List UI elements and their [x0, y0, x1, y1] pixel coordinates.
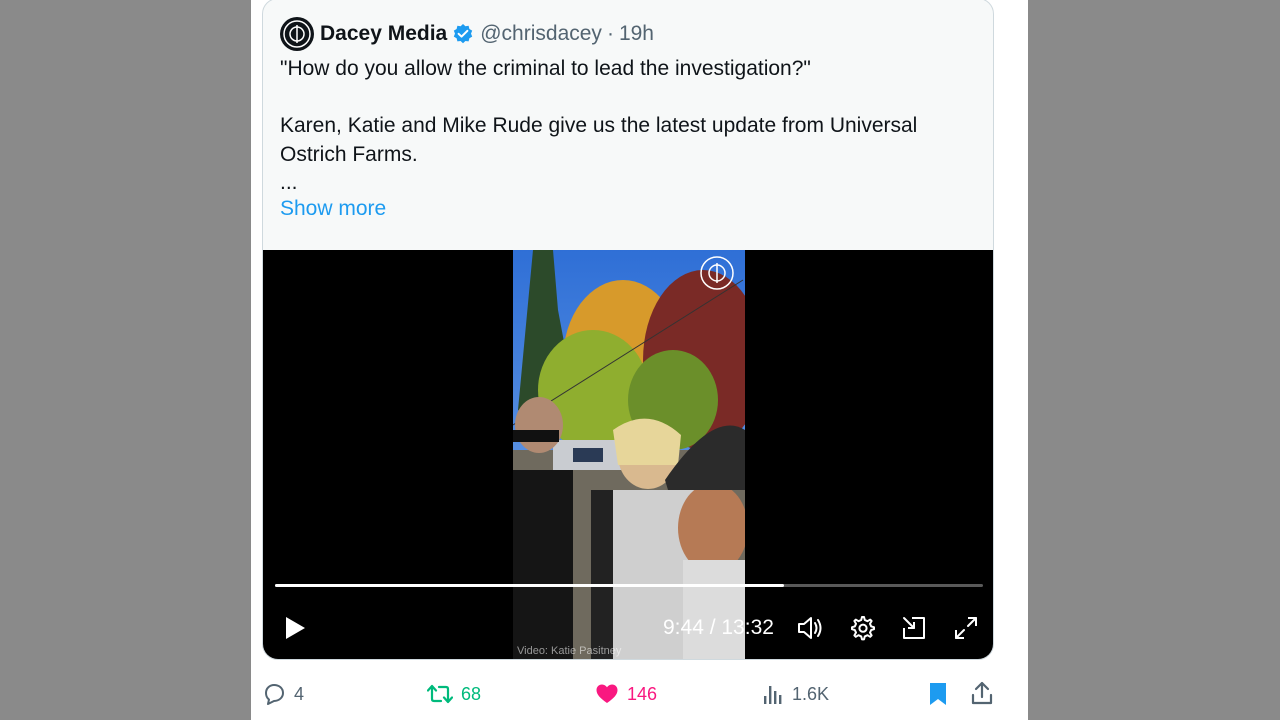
watermark-logo	[700, 256, 734, 290]
video-player[interactable]: Video: Katie Pasitney 9:44 / 13:32	[263, 250, 993, 659]
quoted-post-text: "How do you allow the criminal to lead t…	[280, 55, 970, 198]
volume-button[interactable]	[796, 614, 826, 647]
progress-fill	[275, 584, 785, 587]
separator-dot: ·	[606, 22, 614, 45]
reply-count: 4	[294, 683, 305, 704]
post-text-line: "How do you allow the criminal to lead t…	[280, 57, 811, 80]
fullscreen-button[interactable]	[952, 614, 980, 647]
repost-count: 68	[461, 683, 482, 704]
bookmark-icon	[930, 683, 946, 705]
settings-gear-icon	[851, 616, 875, 641]
play-icon	[286, 617, 305, 639]
video-credit: Video: Katie Pasitney	[517, 645, 622, 657]
post-action-bar: 4 68 146 1.6K	[262, 676, 994, 712]
repost-icon	[427, 684, 453, 704]
volume-icon	[798, 617, 822, 639]
repost-button[interactable]: 68	[427, 676, 481, 712]
pip-icon	[903, 617, 925, 639]
settings-button[interactable]	[848, 614, 876, 647]
view-count: 1.6K	[792, 683, 830, 704]
video-timecode: 9:44 / 13:32	[663, 616, 774, 639]
quoted-post-card[interactable]: Dacey Media @chrisdacey · 19h "How do yo…	[262, 0, 994, 660]
play-button[interactable]	[282, 614, 308, 647]
dacey-logo-icon	[283, 20, 311, 48]
post-text-line: Karen, Katie and Mike Rude give us the l…	[280, 114, 918, 166]
share-button[interactable]	[970, 676, 994, 712]
video-frame	[513, 250, 745, 659]
quoted-post-header: Dacey Media @chrisdacey · 19h	[280, 17, 654, 51]
author-avatar[interactable]	[280, 17, 314, 51]
post-text-ellipsis: ...	[280, 171, 298, 194]
author-name[interactable]: Dacey Media	[320, 22, 447, 46]
share-icon	[971, 681, 993, 705]
reply-button[interactable]: 4	[262, 676, 304, 712]
fullscreen-icon	[955, 617, 977, 639]
views-icon	[764, 686, 782, 704]
bookmark-button[interactable]	[927, 676, 949, 712]
like-count: 146	[627, 683, 658, 704]
progress-bar[interactable]	[275, 584, 983, 587]
picture-in-picture-button[interactable]	[900, 614, 928, 647]
heart-icon	[596, 684, 618, 703]
views-button[interactable]: 1.6K	[762, 676, 829, 712]
verified-badge-icon	[452, 23, 474, 45]
post-timestamp[interactable]: 19h	[619, 22, 654, 46]
author-handle[interactable]: @chrisdacey	[480, 22, 602, 46]
reply-icon	[265, 684, 284, 705]
show-more-link[interactable]: Show more	[280, 197, 386, 221]
like-button[interactable]: 146	[595, 676, 657, 712]
